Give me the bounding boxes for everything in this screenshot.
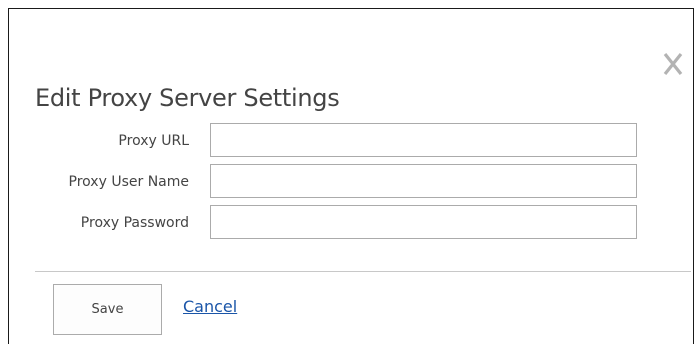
close-button[interactable] [663, 53, 683, 75]
save-button[interactable]: Save [53, 284, 162, 335]
dialog-title: Edit Proxy Server Settings [35, 84, 340, 112]
footer-divider [35, 271, 691, 272]
proxy-password-label: Proxy Password [80, 215, 189, 231]
proxy-password-input[interactable] [210, 205, 637, 239]
proxy-url-input[interactable] [210, 123, 637, 157]
close-x-icon [663, 53, 683, 75]
proxy-url-label: Proxy URL [118, 133, 189, 149]
proxy-user-name-label: Proxy User Name [68, 174, 189, 190]
proxy-settings-dialog: Edit Proxy Server Settings Proxy URL Pro… [8, 8, 694, 344]
proxy-user-name-input[interactable] [210, 164, 637, 198]
cancel-link[interactable]: Cancel [183, 297, 237, 317]
